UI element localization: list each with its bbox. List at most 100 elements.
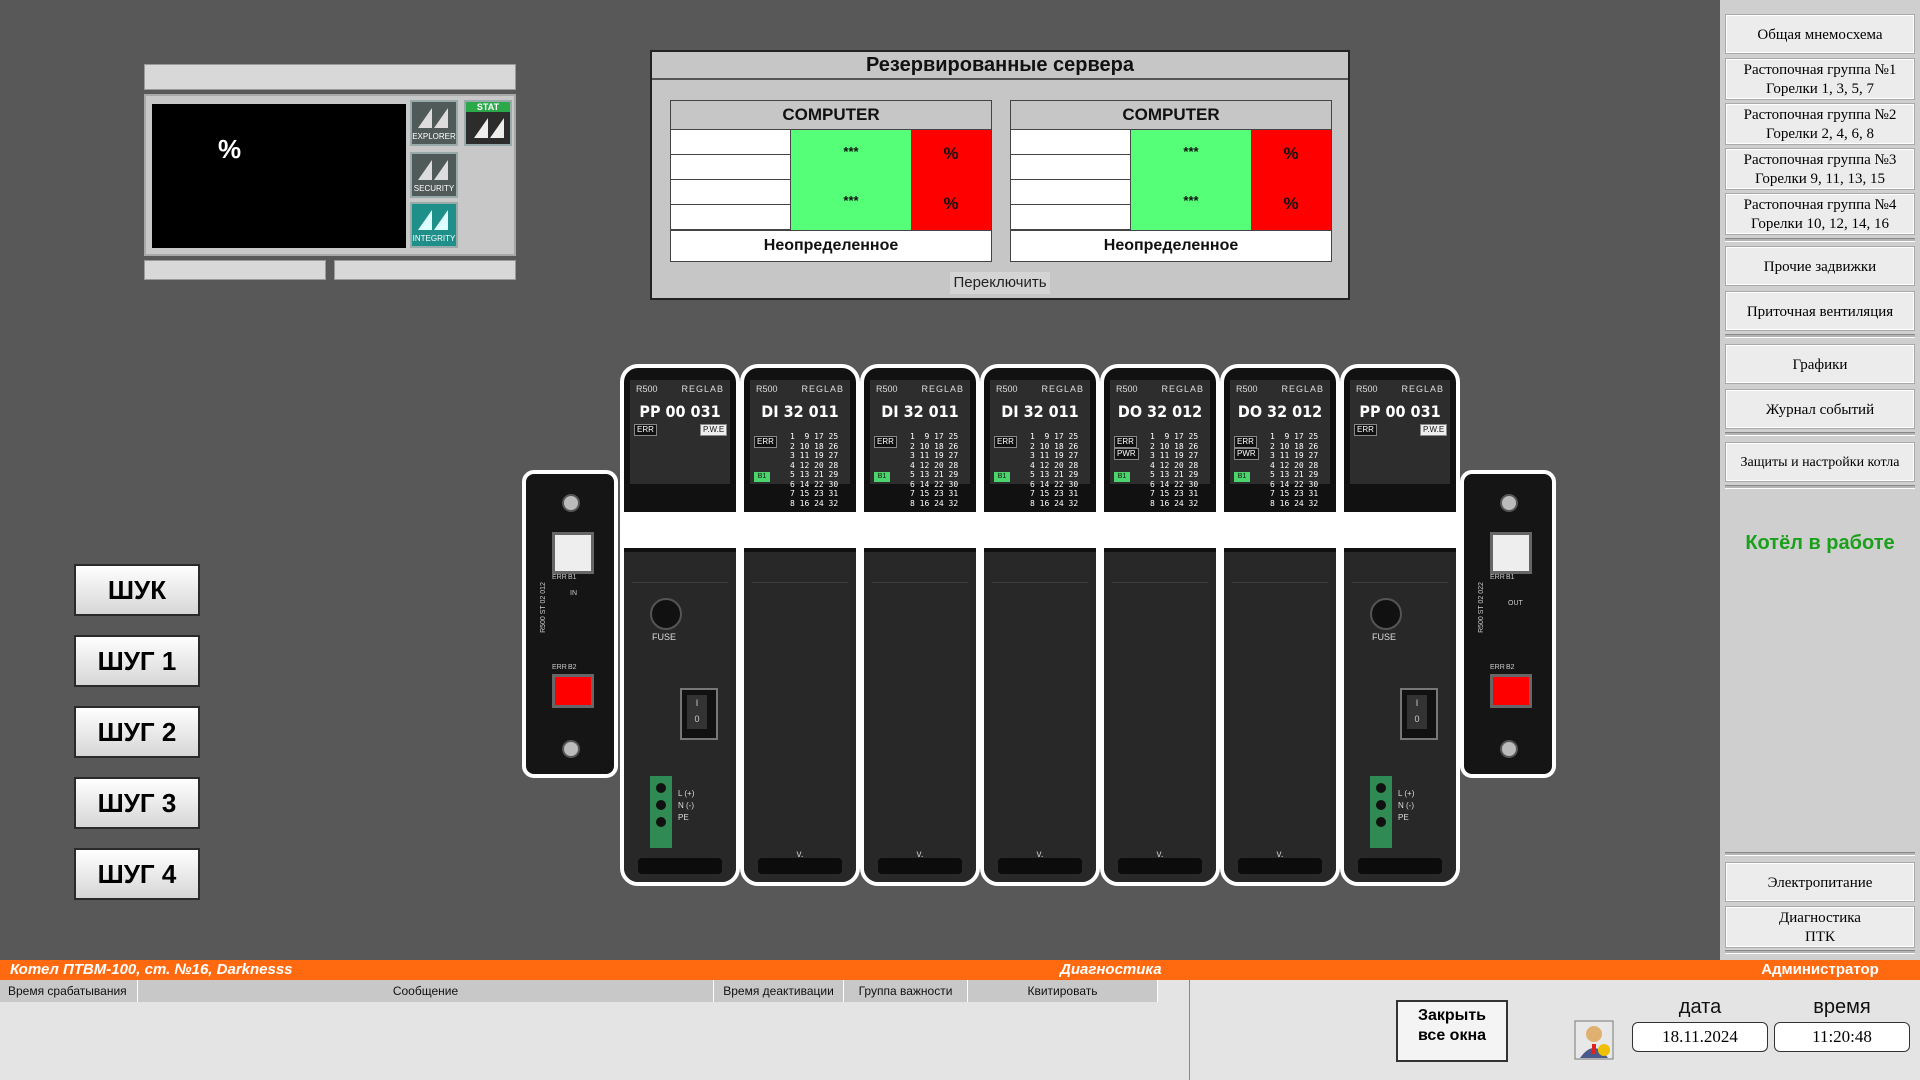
toggle-on-label: I: [695, 698, 699, 708]
menu-supply-ventilation[interactable]: Приточная вентиляция: [1725, 291, 1915, 331]
navigation-menu: Общая мнемосхема Растопочная группа №1 Г…: [1720, 0, 1920, 960]
col-deactivation-time[interactable]: Время деактивации: [714, 980, 844, 1002]
terminal-n-label: N (-): [1398, 801, 1414, 810]
module-latch: [998, 858, 1082, 874]
col-trigger-time[interactable]: Время срабатывания: [0, 980, 138, 1002]
explorer-button[interactable]: EXPLORER: [410, 100, 458, 146]
menu-diagnostics-ptk[interactable]: Диагностика ПТК: [1725, 906, 1915, 948]
io-module[interactable]: R500 REGLAB DI 32 011 ERR 1 9 17 25 2 10 18 2…: [740, 364, 860, 886]
menu-burner-group-1-subtitle: Горелки 1, 3, 5, 7: [1765, 81, 1875, 97]
module-channel-row: 1 9 17 25: [1270, 432, 1319, 441]
module-channel-row: 1 9 17 25: [1150, 432, 1199, 441]
workstation-footer-left: [144, 260, 326, 280]
stat-button[interactable]: STAT: [464, 100, 512, 146]
power-toggle[interactable]: I0: [1400, 688, 1438, 740]
workstation-footer-right: [334, 260, 516, 280]
col-acknowledge[interactable]: Квитировать: [968, 980, 1158, 1002]
computer-2-state: Неопределенное: [1011, 230, 1331, 261]
io-module[interactable]: R500 REGLAB PP 00 031 ERR P.W.E FUSE I 0 L (+) N …: [620, 364, 740, 886]
module-channel-row: 5 13 21 29: [1270, 470, 1319, 479]
menu-power-supply[interactable]: Электропитание: [1725, 862, 1915, 902]
menu-diagnostics-subtitle: ПТК: [1805, 929, 1835, 945]
date-label: дата: [1678, 996, 1722, 1018]
module-channel-row: 4 12 20 28: [1150, 460, 1199, 470]
menu-burner-group-2[interactable]: Растопочная группа №2 Горелки 2, 4, 6, 8: [1725, 103, 1915, 145]
io-module[interactable]: R500 REGLAB DO 32 012 ERR PWR 1 9 17 25 2 10 1…: [1220, 364, 1340, 886]
module-channel-row: 3 11 19 27: [1270, 451, 1319, 460]
menu-burner-group-4[interactable]: Растопочная группа №4 Горелки 10, 12, 14…: [1725, 193, 1915, 235]
workstation-panel: % EXPLORER SECURITY INTEGRITY STAT: [144, 94, 516, 256]
io-module[interactable]: R500 REGLAB DI 32 011 ERR 1 9 17 25 2 10 18 2…: [860, 364, 980, 886]
fuse-icon[interactable]: [1370, 598, 1402, 630]
close-all-line-2: все окна: [1417, 1027, 1487, 1044]
module-series: R500: [1116, 384, 1138, 394]
io-module[interactable]: R500 REGLAB DI 32 011 ERR 1 9 17 25 2 10 18 2…: [980, 364, 1100, 886]
menu-event-log[interactable]: Журнал событий: [1725, 389, 1915, 429]
module-channel-row: 8 16 24 32: [910, 498, 959, 508]
toggle-on-label: I: [1415, 698, 1419, 708]
rack-endcap-left[interactable]: B1 ERR IN R500 ST 02 012 ERR B2: [522, 470, 618, 778]
integrity-label: INTEGRITY: [412, 234, 456, 243]
menu-charts[interactable]: Графики: [1725, 344, 1915, 384]
module-channel-map: 1 9 17 25 2 10 18 26 3 11 19 27 4 12 20 28 5…: [1030, 432, 1086, 508]
module-b1-led: B1: [1114, 472, 1130, 482]
rack-endcap-right[interactable]: ERR B1 OUT R500 ST 02 022 ERR B2: [1460, 470, 1556, 778]
power-toggle[interactable]: I0: [680, 688, 718, 740]
cabinet-button-shuk[interactable]: ШУК: [74, 564, 200, 616]
stat-label: STAT: [466, 102, 510, 112]
module-channel-row: 7 15 23 31: [1150, 489, 1199, 498]
module-face: R500 REGLAB DO 32 012 ERR PWR 1 9 17 25 2 10 1…: [1230, 380, 1330, 508]
rack-rail: [620, 512, 1460, 548]
computer-2-row: [1011, 155, 1131, 180]
io-module[interactable]: R500 REGLAB PP 00 031 ERR P.W.E FUSE I 0 L (+) N …: [1340, 364, 1460, 886]
module-name: DI 32 011: [1001, 402, 1079, 421]
module-err-led: ERR: [1234, 436, 1257, 448]
module-vendor: REGLAB: [1281, 384, 1324, 394]
module-vendor: REGLAB: [1161, 384, 1204, 394]
module-body: v.: [1104, 552, 1216, 882]
menu-separator: [1725, 485, 1915, 489]
menu-other-valves[interactable]: Прочие задвижки: [1725, 246, 1915, 286]
user-icon: [1574, 1020, 1614, 1060]
security-button[interactable]: SECURITY: [410, 152, 458, 198]
time-label: время: [1813, 996, 1871, 1018]
computer-1: COMPUTER *** *** % % Неопределенное: [670, 100, 992, 262]
close-all-windows-button[interactable]: Закрыть все окна: [1396, 1000, 1508, 1062]
module-brand: R500 REGLAB: [1116, 384, 1204, 394]
menu-general-scheme[interactable]: Общая мнемосхема: [1725, 14, 1915, 54]
module-channel-row: 2 10 18 26: [1270, 441, 1319, 451]
module-err-led: ERR: [874, 436, 897, 448]
cabinet-button-shug-2[interactable]: ШУГ 2: [74, 706, 200, 758]
menu-burner-group-4-title: Растопочная группа №4: [1743, 197, 1897, 213]
computer-1-row: [671, 205, 791, 230]
user-avatar[interactable]: [1574, 1020, 1614, 1060]
cabinet-button-shug-3[interactable]: ШУГ 3: [74, 777, 200, 829]
io-module[interactable]: R500 REGLAB DO 32 012 ERR PWR 1 9 17 25 2 10 1…: [1100, 364, 1220, 886]
switch-server-button[interactable]: Переключить: [950, 272, 1050, 294]
module-channel-row: 4 12 20 28: [910, 460, 959, 470]
computer-1-rows: [671, 130, 791, 230]
col-severity-group[interactable]: Группа важности: [844, 980, 968, 1002]
integrity-button[interactable]: INTEGRITY: [410, 202, 458, 248]
menu-burner-group-3[interactable]: Растопочная группа №3 Горелки 9, 11, 13,…: [1725, 148, 1915, 190]
cabinet-button-shug-4[interactable]: ШУГ 4: [74, 848, 200, 900]
col-message[interactable]: Сообщение: [138, 980, 714, 1002]
cabinet-button-shug-1[interactable]: ШУГ 1: [74, 635, 200, 687]
module-name: PP 00 031: [639, 402, 721, 421]
endcap-right-b1: B1: [1506, 574, 1515, 581]
security-label: SECURITY: [413, 184, 455, 193]
computer-1-row: [671, 130, 791, 155]
module-face: R500 REGLAB DI 32 011 ERR 1 9 17 25 2 10 18 2…: [870, 380, 970, 508]
menu-burner-group-2-subtitle: Горелки 2, 4, 6, 8: [1765, 126, 1875, 142]
fuse-icon[interactable]: [650, 598, 682, 630]
menu-boiler-protections[interactable]: Защиты и настройки котла: [1725, 442, 1915, 482]
menu-burner-group-1[interactable]: Растопочная группа №1 Горелки 1, 3, 5, 7: [1725, 58, 1915, 100]
module-channel-row: 3 11 19 27: [910, 451, 959, 460]
endcap-left-err-2: ERR: [552, 664, 567, 671]
module-name: DO 32 012: [1237, 402, 1323, 421]
module-channel-map: 1 9 17 25 2 10 18 26 3 11 19 27 4 12 20 28 5…: [790, 432, 846, 508]
integrity-icon: [418, 210, 448, 230]
user-name: Администратор: [1720, 960, 1920, 980]
module-face: R500 REGLAB DO 32 012 ERR PWR 1 9 17 25 2 10 1…: [1110, 380, 1210, 508]
module-channel-row: 3 11 19 27: [790, 451, 839, 460]
